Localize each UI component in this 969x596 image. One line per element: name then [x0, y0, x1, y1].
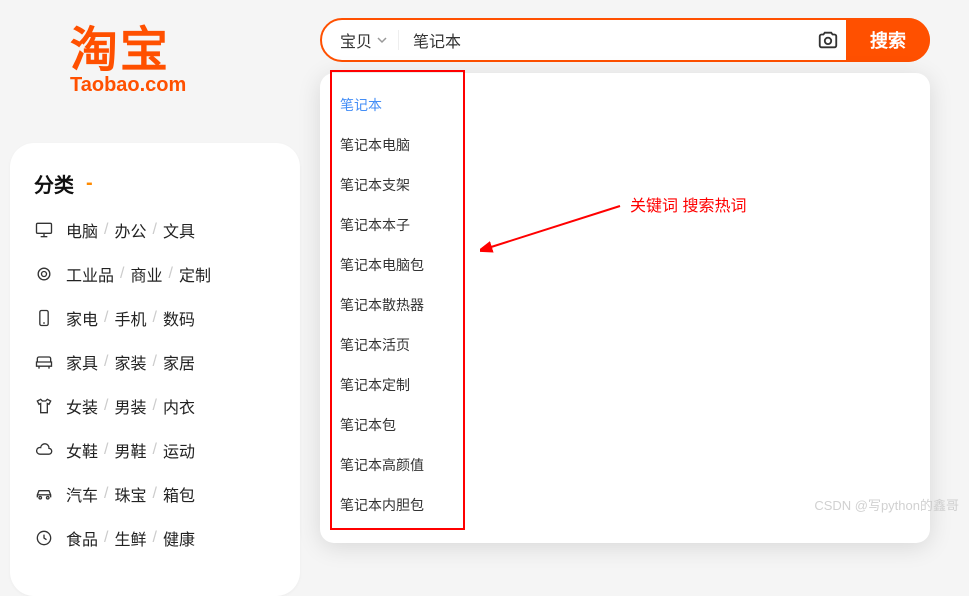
category-row[interactable]: 女鞋 / 男鞋 / 运动 — [34, 438, 276, 462]
category-link[interactable]: 运动 — [163, 438, 195, 462]
category-link[interactable]: 文具 — [163, 218, 195, 242]
category-link[interactable]: 生鲜 — [114, 526, 146, 550]
search-suggestion-item[interactable]: 笔记本支架 — [320, 165, 930, 205]
category-link[interactable]: 汽车 — [66, 482, 98, 506]
search-type-dropdown[interactable]: 宝贝 — [322, 28, 398, 52]
search-button[interactable]: 搜索 — [846, 18, 930, 62]
category-separator: / — [152, 221, 156, 239]
category-separator: / — [104, 441, 108, 459]
search-suggestions-dropdown: 笔记本笔记本电脑笔记本支架笔记本本子笔记本电脑包笔记本散热器笔记本活页笔记本定制… — [320, 73, 930, 543]
category-row[interactable]: 汽车 / 珠宝 / 箱包 — [34, 482, 276, 506]
category-separator: / — [104, 221, 108, 239]
category-link[interactable]: 食品 — [66, 526, 98, 550]
category-link[interactable]: 女鞋 — [66, 438, 98, 462]
category-link[interactable]: 男装 — [114, 394, 146, 418]
category-separator: / — [104, 529, 108, 547]
categories-dash-icon: - — [86, 172, 93, 195]
category-link[interactable]: 家电 — [66, 306, 98, 330]
camera-search-button[interactable] — [810, 22, 846, 58]
category-links: 汽车 / 珠宝 / 箱包 — [66, 482, 195, 506]
category-separator: / — [168, 265, 172, 283]
search-suggestion-item[interactable]: 笔记本散热器 — [320, 285, 930, 325]
search-input[interactable] — [399, 31, 810, 49]
category-link[interactable]: 商业 — [130, 262, 162, 286]
camera-icon — [817, 29, 839, 51]
category-link[interactable]: 内衣 — [163, 394, 195, 418]
category-separator: / — [104, 485, 108, 503]
categories-panel: 分类 - 电脑 / 办公 / 文具工业品 / 商业 / 定制家电 / 手机 / … — [10, 143, 300, 596]
category-links: 女装 / 男装 / 内衣 — [66, 394, 195, 418]
monitor-icon — [34, 220, 54, 240]
category-links: 家具 / 家装 / 家居 — [66, 350, 195, 374]
category-row[interactable]: 家具 / 家装 / 家居 — [34, 350, 276, 374]
search-suggestion-item[interactable]: 笔记本活页 — [320, 325, 930, 365]
category-separator: / — [152, 485, 156, 503]
category-links: 女鞋 / 男鞋 / 运动 — [66, 438, 195, 462]
category-row[interactable]: 工业品 / 商业 / 定制 — [34, 262, 276, 286]
category-links: 家电 / 手机 / 数码 — [66, 306, 195, 330]
search-bar: 宝贝 搜索 — [320, 18, 930, 62]
search-suggestion-item[interactable]: 笔记本 — [320, 85, 930, 125]
search-suggestion-item[interactable]: 笔记本电脑 — [320, 125, 930, 165]
category-link[interactable]: 办公 — [114, 218, 146, 242]
category-link[interactable]: 家居 — [163, 350, 195, 374]
category-link[interactable]: 箱包 — [163, 482, 195, 506]
category-link[interactable]: 珠宝 — [114, 482, 146, 506]
categories-title-text: 分类 — [34, 169, 74, 198]
category-separator: / — [152, 353, 156, 371]
shirt-icon — [34, 396, 54, 416]
category-links: 食品 / 生鲜 / 健康 — [66, 526, 195, 550]
category-link[interactable]: 电脑 — [66, 218, 98, 242]
car-icon — [34, 484, 54, 504]
category-link[interactable]: 数码 — [163, 306, 195, 330]
gear-icon — [34, 264, 54, 284]
category-link[interactable]: 定制 — [179, 262, 211, 286]
category-separator: / — [152, 397, 156, 415]
category-separator: / — [104, 309, 108, 327]
search-suggestion-item[interactable]: 笔记本包 — [320, 405, 930, 445]
cloud-icon — [34, 440, 54, 460]
logo-block[interactable]: 淘宝 Taobao.com — [10, 18, 300, 97]
category-link[interactable]: 男鞋 — [114, 438, 146, 462]
category-links: 电脑 / 办公 / 文具 — [66, 218, 195, 242]
category-row[interactable]: 食品 / 生鲜 / 健康 — [34, 526, 276, 550]
phone-icon — [34, 308, 54, 328]
category-link[interactable]: 手机 — [114, 306, 146, 330]
category-separator: / — [152, 441, 156, 459]
category-separator: / — [104, 397, 108, 415]
search-suggestion-item[interactable]: 笔记本高颜值 — [320, 445, 930, 485]
watermark-text: CSDN @写python的鑫哥 — [814, 495, 959, 514]
category-separator: / — [152, 309, 156, 327]
logo-text: 淘宝 — [70, 26, 300, 76]
category-link[interactable]: 健康 — [163, 526, 195, 550]
sofa-icon — [34, 352, 54, 372]
search-suggestion-item[interactable]: 笔记本电脑包 — [320, 245, 930, 285]
clock-icon — [34, 528, 54, 548]
category-links: 工业品 / 商业 / 定制 — [66, 262, 211, 286]
category-separator: / — [152, 529, 156, 547]
search-suggestion-item[interactable]: 笔记本本子 — [320, 205, 930, 245]
categories-title: 分类 - — [34, 169, 276, 198]
category-row[interactable]: 女装 / 男装 / 内衣 — [34, 394, 276, 418]
chevron-down-icon — [376, 34, 388, 46]
category-row[interactable]: 电脑 / 办公 / 文具 — [34, 218, 276, 242]
category-link[interactable]: 女装 — [66, 394, 98, 418]
category-link[interactable]: 家装 — [114, 350, 146, 374]
logo-subtext: Taobao.com — [70, 74, 300, 97]
category-separator: / — [104, 353, 108, 371]
search-suggestion-item[interactable]: 笔记本定制 — [320, 365, 930, 405]
category-link[interactable]: 工业品 — [66, 262, 114, 286]
category-separator: / — [120, 265, 124, 283]
search-type-label: 宝贝 — [340, 28, 372, 52]
category-row[interactable]: 家电 / 手机 / 数码 — [34, 306, 276, 330]
category-link[interactable]: 家具 — [66, 350, 98, 374]
